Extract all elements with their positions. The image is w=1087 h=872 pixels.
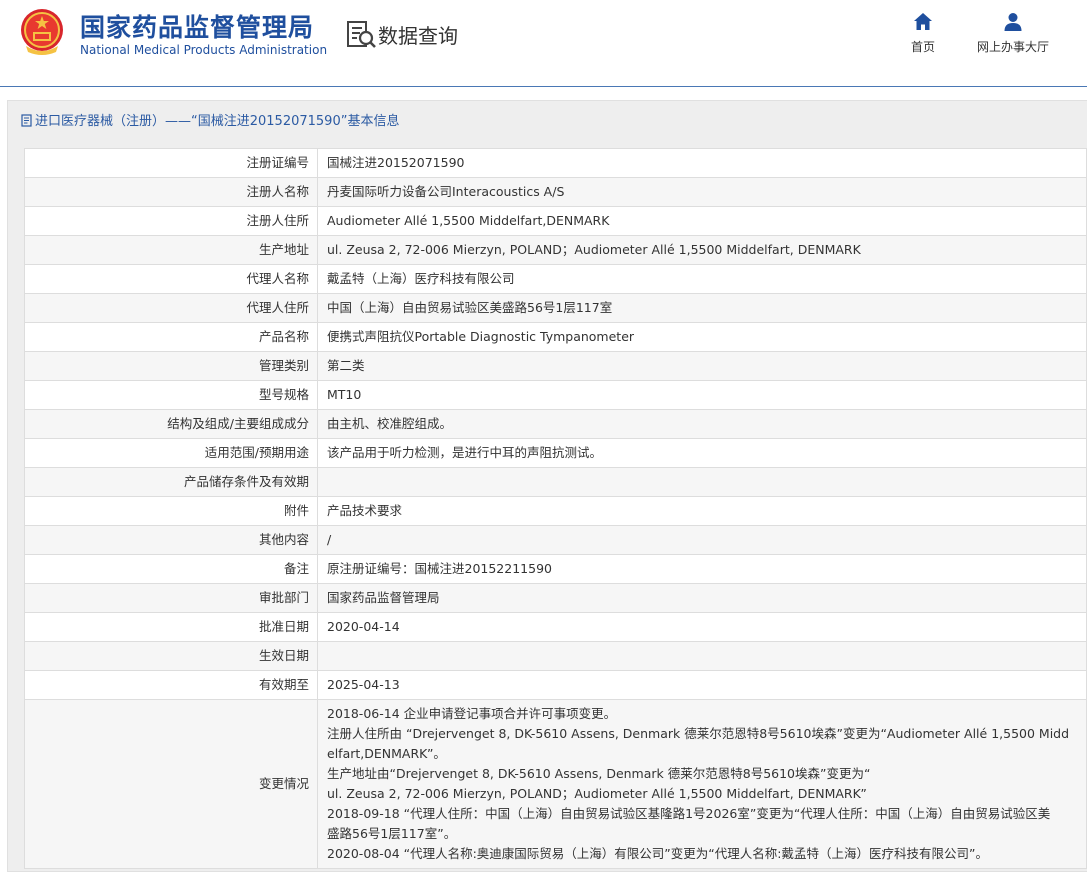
field-label: 产品名称 (24, 322, 318, 352)
national-emblem-icon (21, 9, 63, 55)
field-value: 原注册证编号：国械注进20152211590 (317, 554, 1087, 584)
change-history-line: elfart,DENMARK”。 (327, 746, 446, 761)
site-logo-subtitle[interactable]: National Medical Products Administration (80, 43, 327, 57)
change-history-line: 注册人住所由 “Drejervenget 8, DK-5610 Assens, … (327, 726, 1070, 741)
field-value: 产品技术要求 (317, 496, 1087, 526)
field-value: 2020-04-14 (317, 612, 1087, 642)
field-label: 批准日期 (24, 612, 318, 642)
field-label: 变更情况 (24, 699, 318, 869)
field-value: 国械注进20152071590 (317, 148, 1087, 178)
field-value: 国家药品监督管理局 (317, 583, 1087, 613)
field-label: 审批部门 (24, 583, 318, 613)
table-row: 备注 原注册证编号：国械注进20152211590 (24, 554, 1087, 584)
field-value: Audiometer Allé 1,5500 Middelfart,DENMAR… (317, 206, 1087, 236)
table-row: 生产地址 ul. Zeusa 2, 72-006 Mierzyn, POLAND；… (24, 235, 1087, 265)
field-label: 有效期至 (24, 670, 318, 700)
home-icon (914, 13, 932, 30)
field-value: 便携式声阻抗仪Portable Diagnostic Tympanometer (317, 322, 1087, 352)
field-value: 第二类 (317, 351, 1087, 381)
field-value (317, 467, 1087, 497)
table-row-change-history: 变更情况 2018-06-14 企业申请登记事项合并许可事项变更。 注册人住所由 “… (24, 699, 1087, 869)
field-label: 结构及组成/主要组成成分 (24, 409, 318, 439)
change-history-line: 2018-09-18 “代理人住所：中国（上海）自由贸易试验区基隆路1号2026… (327, 806, 1051, 821)
table-row: 产品储存条件及有效期 (24, 467, 1087, 497)
document-icon (21, 114, 32, 127)
field-value (317, 641, 1087, 671)
panel-title-text: 进口医疗器械（注册）——“国械注进20152071590”基本信息 (35, 114, 400, 129)
nav-online-office-label: 网上办事大厅 (976, 40, 1049, 54)
field-label: 型号规格 (24, 380, 318, 410)
field-label: 备注 (24, 554, 318, 584)
field-label: 注册证编号 (24, 148, 318, 178)
info-table-body: 注册证编号 国械注进20152071590 注册人名称 丹麦国际听力设备公司Inter… (24, 148, 1087, 869)
change-history-line: 2020-08-04 “代理人名称:奥迪康国际贸易（上海）有限公司”变更为“代理… (327, 846, 988, 861)
table-row: 型号规格 MT10 (24, 380, 1087, 410)
field-value: 戴孟特（上海）医疗科技有限公司 (317, 264, 1087, 294)
field-value: 该产品用于听力检测，是进行中耳的声阻抗测试。 (317, 438, 1087, 468)
change-history-line: 生产地址由“Drejervenget 8, DK-5610 Assens, De… (327, 766, 871, 781)
table-row: 代理人住所 中国（上海）自由贸易试验区美盛路56号1层117室 (24, 293, 1087, 323)
field-label: 其他内容 (24, 525, 318, 555)
field-value: / (317, 525, 1087, 555)
field-value: 2025-04-13 (317, 670, 1087, 700)
field-value: 由主机、校准腔组成。 (317, 409, 1087, 439)
table-row: 注册人住所 Audiometer Allé 1,5500 Middelfart,D… (24, 206, 1087, 236)
detail-panel: 进口医疗器械（注册）——“国械注进20152071590”基本信息 注册证编号国… (7, 100, 1087, 872)
table-row: 有效期至 2025-04-13 (24, 670, 1087, 700)
table-row: 注册证编号 国械注进20152071590 (24, 148, 1087, 178)
panel-title: 进口医疗器械（注册）——“国械注进20152071590”基本信息 (21, 110, 399, 129)
table-row: 管理类别 第二类 (24, 351, 1087, 381)
table-row: 注册人名称 丹麦国际听力设备公司Interacoustics A/S (24, 177, 1087, 207)
user-icon (1004, 13, 1022, 31)
nav-home-label: 首页 (910, 40, 935, 54)
field-label: 管理类别 (24, 351, 318, 381)
table-row: 生效日期 (24, 641, 1087, 671)
field-label: 生产地址 (24, 235, 318, 265)
field-value: 中国（上海）自由贸易试验区美盛路56号1层117室 (317, 293, 1087, 323)
field-label: 适用范围/预期用途 (24, 438, 318, 468)
nav-home[interactable]: 首页 (905, 12, 941, 55)
table-row: 结构及组成/主要组成成分 由主机、校准腔组成。 (24, 409, 1087, 439)
table-row: 产品名称 便携式声阻抗仪Portable Diagnostic Tympanome… (24, 322, 1087, 352)
table-row: 批准日期 2020-04-14 (24, 612, 1087, 642)
field-label: 代理人名称 (24, 264, 318, 294)
table-row: 审批部门 国家药品监督管理局 (24, 583, 1087, 613)
data-query-title: 数据查询 (378, 24, 458, 48)
field-value: 丹麦国际听力设备公司Interacoustics A/S (317, 177, 1087, 207)
field-label: 代理人住所 (24, 293, 318, 323)
info-table: 注册证编号 国械注进20152071590 注册人名称 丹麦国际听力设备公司Inter… (24, 148, 1087, 869)
table-row: 附件 产品技术要求 (24, 496, 1087, 526)
change-history-line: 盛路56号1层117室”。 (327, 826, 457, 841)
field-label: 生效日期 (24, 641, 318, 671)
field-label: 注册人名称 (24, 177, 318, 207)
table-row: 代理人名称 戴孟特（上海）医疗科技有限公司 (24, 264, 1087, 294)
field-value: ul. Zeusa 2, 72-006 Mierzyn, POLAND；Audi… (317, 235, 1087, 265)
field-label: 注册人住所 (24, 206, 318, 236)
document-search-icon (347, 21, 376, 48)
table-row: 其他内容 / (24, 525, 1087, 555)
field-value: MT10 (317, 380, 1087, 410)
field-label: 附件 (24, 496, 318, 526)
nav-online-office[interactable]: 网上办事大厅 (968, 12, 1058, 55)
change-history-value: 2018-06-14 企业申请登记事项合并许可事项变更。注册人住所由 “Drej… (317, 699, 1087, 869)
site-logo-title[interactable]: 国家药品监督管理局 (80, 8, 314, 44)
change-history-line: 2018-06-14 企业申请登记事项合并许可事项变更。 (327, 706, 617, 721)
site-header: 国家药品监督管理局 National Medical Products Admi… (0, 0, 1087, 87)
change-history-line: ul. Zeusa 2, 72-006 Mierzyn, POLAND；Audi… (327, 786, 867, 801)
field-label: 产品储存条件及有效期 (24, 467, 318, 497)
table-row: 适用范围/预期用途 该产品用于听力检测，是进行中耳的声阻抗测试。 (24, 438, 1087, 468)
